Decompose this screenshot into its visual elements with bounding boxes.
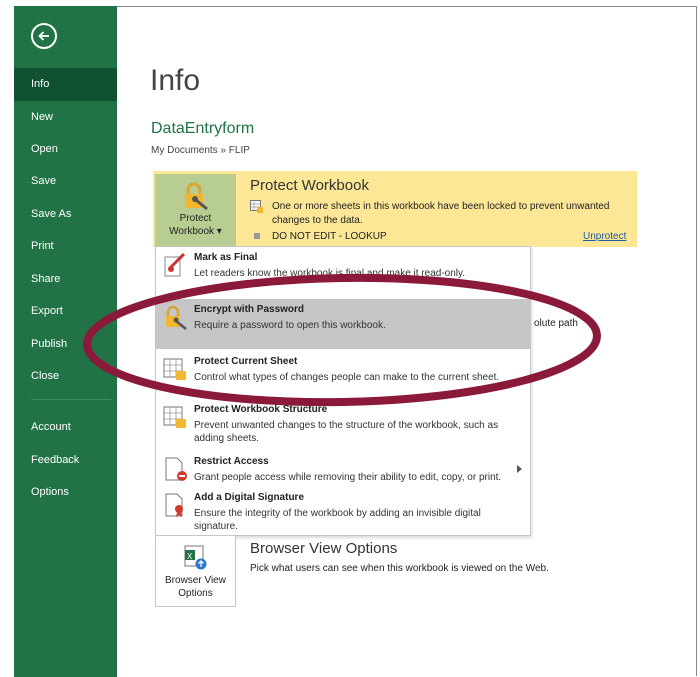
sidebar-divider	[31, 399, 111, 400]
browser-view-heading: Browser View Options	[250, 540, 398, 557]
lock-icon	[185, 182, 208, 211]
protect-workbook-heading: Protect Workbook	[250, 177, 369, 194]
workbook-lock-icon	[163, 406, 186, 428]
protect-structure-description: Prevent unwanted changes to the structur…	[194, 420, 499, 444]
backstage-sidebar: Info New Open Save Save As Print Share E…	[14, 6, 117, 677]
browser-view-description: Pick what users can see when this workbo…	[250, 563, 549, 574]
encrypt-title: Encrypt with Password	[194, 304, 305, 315]
sidebar-item-share[interactable]: Share	[14, 263, 117, 296]
browser-view-button-label: Browser View Options	[156, 574, 235, 600]
protect-sheet-title: Protect Current Sheet	[194, 356, 298, 367]
protect-workbook-description: One or more sheets in this workbook have…	[272, 201, 610, 226]
protect-workbook-button[interactable]: Protect Workbook ▾	[155, 174, 236, 246]
back-arrow-icon	[38, 31, 49, 41]
workbook-path[interactable]: My Documents » FLIP	[151, 145, 250, 156]
menu-item-title: Mark as Final	[194, 252, 257, 263]
bv-label-line1: Browser View	[165, 575, 226, 586]
protect-label-line2: Workbook ▾	[169, 226, 222, 237]
back-button[interactable]	[31, 23, 57, 49]
menu-item-mark-as-final[interactable]: Mark as Final Let readers know the workb…	[156, 247, 530, 297]
mark-final-icon	[164, 252, 186, 277]
menu-item-restrict-access[interactable]: Restrict Access Grant people access whil…	[156, 451, 530, 491]
clipped-background-text: olute path	[534, 318, 578, 329]
menu-item-encrypt-with-password[interactable]: Encrypt with Password Require a password…	[156, 299, 530, 349]
protect-label-line1: Protect	[179, 213, 212, 224]
workbook-name: DataEntryform	[151, 120, 255, 137]
sidebar-item-export[interactable]: Export	[14, 295, 117, 328]
sidebar-item-publish[interactable]: Publish	[14, 328, 117, 361]
sidebar-item-feedback[interactable]: Feedback	[14, 444, 117, 477]
menu-item-description: Let readers know the workbook is final a…	[194, 268, 466, 279]
sidebar-item-close[interactable]: Close	[14, 360, 117, 393]
encrypt-description: Require a password to open this workbook…	[194, 320, 386, 331]
key-lock-icon	[166, 305, 187, 330]
digital-signature-title: Add a Digital Signature	[194, 492, 305, 503]
sidebar-item-save[interactable]: Save	[14, 165, 117, 198]
menu-item-add-digital-signature[interactable]: Add a Digital Signature Ensure the integ…	[156, 487, 530, 535]
sheet-lock-icon	[250, 200, 263, 213]
bullet-icon	[254, 233, 260, 239]
browser-view-options-button[interactable]: X Browser View Options	[155, 535, 236, 607]
signature-ribbon-icon	[165, 493, 183, 517]
protect-sheet-description: Control what types of changes people can…	[194, 372, 500, 383]
restrict-access-description: Grant people access while removing their…	[194, 472, 502, 483]
svg-text:X: X	[187, 552, 193, 561]
sidebar-item-info[interactable]: Info	[14, 68, 117, 101]
protect-workbook-button-label: Protect Workbook ▾	[155, 212, 236, 238]
menu-item-protect-current-sheet[interactable]: Protect Current Sheet Control what types…	[156, 351, 530, 397]
unprotect-link[interactable]: Unprotect	[583, 231, 626, 242]
sheet-lock-icon	[163, 358, 186, 380]
protect-workbook-dropdown: Mark as Final Let readers know the workb…	[155, 246, 531, 536]
sidebar-item-open[interactable]: Open	[14, 133, 117, 166]
excel-globe-icon: X	[184, 545, 207, 570]
restrict-access-title: Restrict Access	[194, 456, 269, 467]
sidebar-item-options[interactable]: Options	[14, 476, 117, 509]
submenu-arrow-icon	[517, 465, 522, 473]
sidebar-item-save-as[interactable]: Save As	[14, 198, 117, 231]
locked-sheet-name: DO NOT EDIT - LOOKUP	[272, 231, 387, 242]
bv-label-line2: Options	[178, 588, 213, 599]
restrict-access-icon	[165, 457, 187, 481]
digital-signature-description: Ensure the integrity of the workbook by …	[194, 508, 481, 532]
menu-item-protect-workbook-structure[interactable]: Protect Workbook Structure Prevent unwan…	[156, 399, 530, 449]
page-title: Info	[150, 64, 201, 97]
protect-structure-title: Protect Workbook Structure	[194, 404, 328, 415]
sidebar-item-new[interactable]: New	[14, 101, 117, 134]
sidebar-item-account[interactable]: Account	[14, 411, 117, 444]
sidebar-item-print[interactable]: Print	[14, 230, 117, 263]
mark-as-final-title: Mark as Final	[194, 252, 258, 263]
